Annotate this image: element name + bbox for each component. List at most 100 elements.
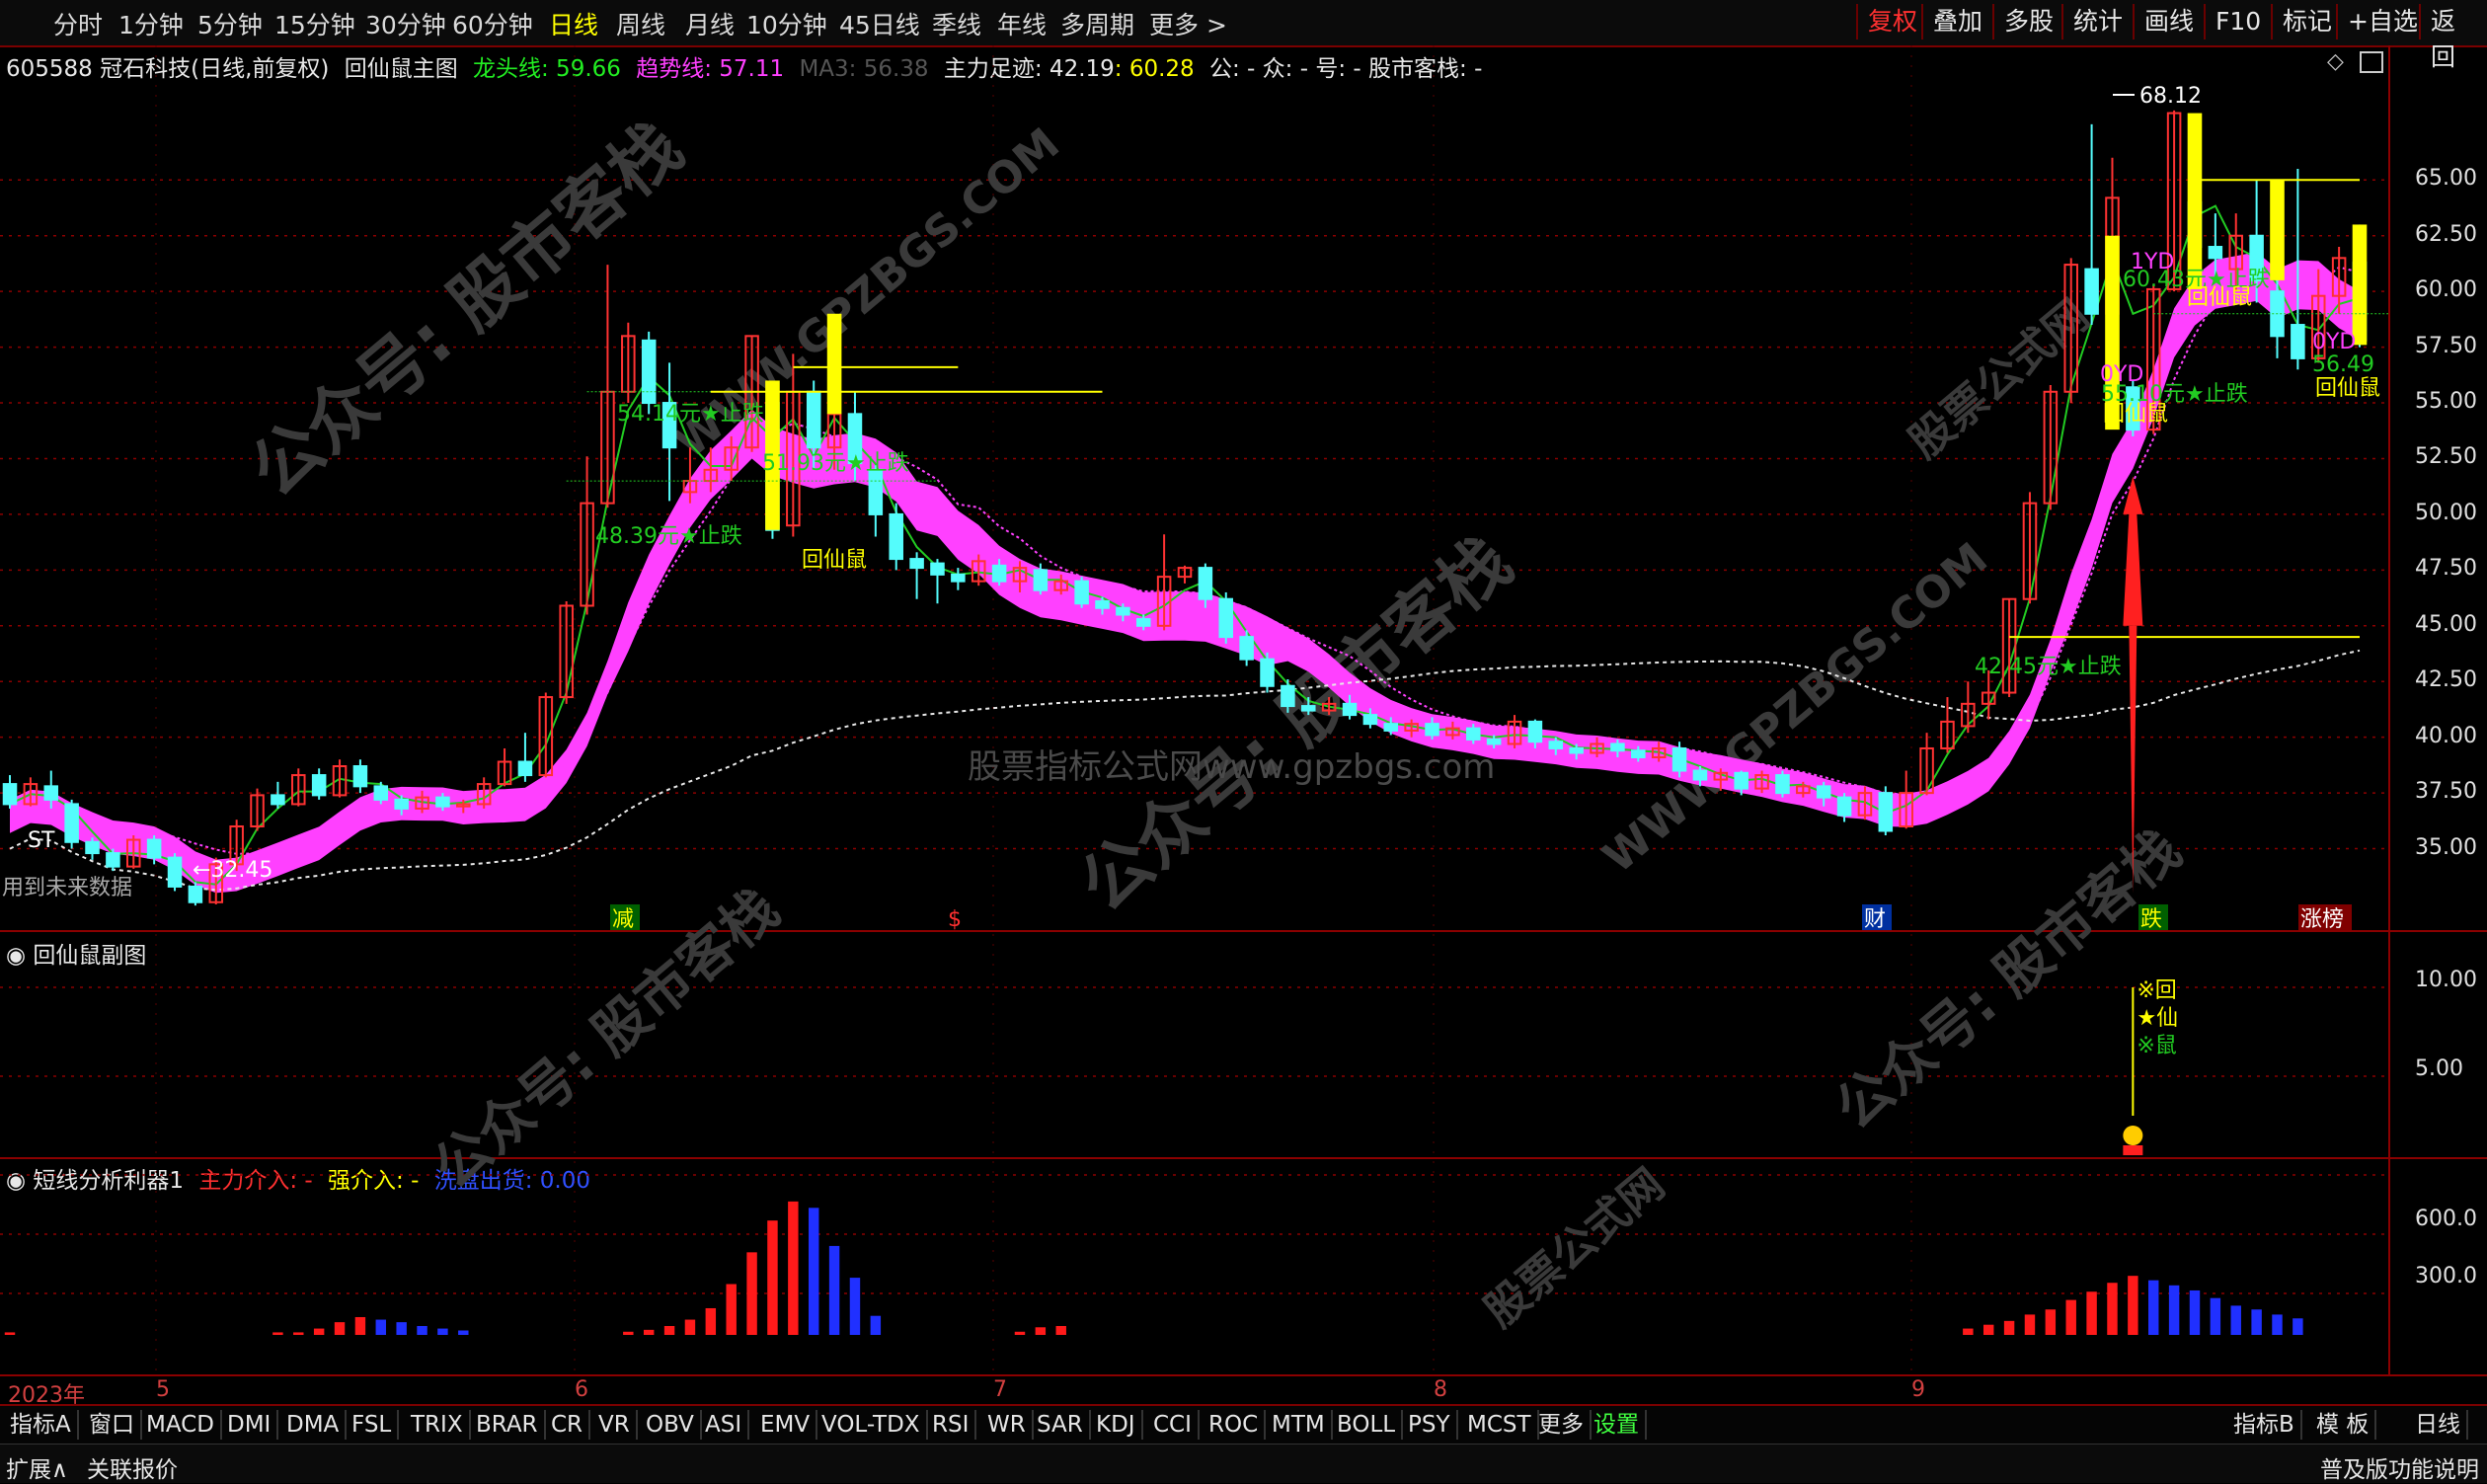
volume-bar — [705, 1307, 717, 1335]
toolbar-right-4[interactable]: 画线 — [2133, 4, 2204, 39]
toolbar-right-0[interactable]: 复权 — [1856, 4, 1927, 39]
event-flag-1: $ — [948, 907, 962, 932]
indicator-tab-13[interactable]: VOL-TDX — [816, 1410, 928, 1440]
highlight-bar — [2270, 180, 2285, 280]
expand-button[interactable]: 扩展∧ — [6, 1450, 68, 1484]
toolbar-right-6[interactable]: 标记 — [2271, 4, 2342, 39]
stop-label-3: 48.39元★止跌 — [595, 524, 742, 549]
indicator-tab-25[interactable]: 设置 — [1588, 1410, 1647, 1440]
indicator-tab-12[interactable]: EMV — [754, 1410, 818, 1440]
period-5[interactable]: 60分钟 — [452, 6, 533, 41]
indicator-tab-23[interactable]: MCST — [1461, 1410, 1539, 1440]
indicator-tab-4[interactable]: DMA — [280, 1410, 348, 1440]
indicator-tab-6[interactable]: TRIX — [405, 1410, 471, 1440]
candle-body — [2084, 268, 2099, 315]
volume-bar — [2003, 1320, 2015, 1335]
period-1[interactable]: 1分钟 — [118, 6, 184, 41]
toolbar-right-8[interactable]: 返回 — [2419, 4, 2487, 71]
bottom-right-1[interactable]: 模 板 — [2310, 1410, 2377, 1440]
candle-body — [1878, 792, 1894, 832]
candle-body — [1610, 742, 1625, 752]
sub1-tick: 10.00 — [2415, 968, 2477, 992]
toolbar-right-1[interactable]: 叠加 — [1921, 4, 1992, 39]
candle-body — [106, 852, 120, 868]
indicator-tab-21[interactable]: BOLL — [1331, 1410, 1404, 1440]
volume-bar — [2107, 1283, 2118, 1335]
period-7[interactable]: 周线 — [616, 6, 665, 41]
indicator-tab-11[interactable]: ASI — [699, 1410, 750, 1440]
candle-body — [1671, 746, 1687, 772]
period-0[interactable]: 分时 — [53, 6, 103, 41]
candle-body — [1527, 720, 1543, 743]
sub1-signal-1: ※回 — [2137, 978, 2176, 1003]
watermark: 公众号: 股市客栈 — [422, 877, 791, 1202]
indicator-tab-17[interactable]: KDJ — [1090, 1410, 1143, 1440]
indicator-tab-22[interactable]: PSY — [1402, 1410, 1458, 1440]
candlestick-chart[interactable]: 公众号: 股市客栈公众号: 股市客栈公众号: 股市客栈WWW.GPZBGS.CO… — [0, 45, 2388, 1374]
candle-body — [435, 796, 450, 808]
period-14[interactable]: 更多 > — [1149, 6, 1227, 41]
price-tick: 55.00 — [2415, 389, 2477, 415]
candle-body — [85, 840, 100, 855]
indicator-tab-7[interactable]: BRAR — [470, 1410, 546, 1440]
indicator-tab-5[interactable]: FSL — [346, 1410, 400, 1440]
related-quote-button[interactable]: 关联报价 — [87, 1450, 178, 1484]
volume-bar — [272, 1332, 283, 1335]
price-tick: 52.50 — [2415, 444, 2477, 470]
period-4[interactable]: 30分钟 — [365, 6, 446, 41]
indicator-tab-15[interactable]: WR — [981, 1410, 1034, 1440]
toolbar-right-5[interactable]: F10 — [2204, 4, 2271, 39]
period-10[interactable]: 45日线 — [839, 6, 920, 41]
yd0-label-2: 0YD — [2312, 330, 2356, 354]
event-flag-0: 减 — [612, 907, 634, 932]
edition-help-link[interactable]: 普及版功能说明 — [2320, 1450, 2479, 1484]
sub1-signal-2: ★仙 — [2137, 1006, 2178, 1031]
period-6[interactable]: 日线 — [549, 6, 598, 41]
period-8[interactable]: 月线 — [685, 6, 735, 41]
indicator-tab-14[interactable]: RSI — [926, 1410, 977, 1440]
candle-body — [1116, 606, 1130, 616]
candle-body — [1569, 746, 1584, 754]
period-11[interactable]: 季线 — [932, 6, 981, 41]
y-axis-line — [2388, 45, 2390, 1374]
highlight-bar — [2352, 224, 2368, 346]
indicator-tab-8[interactable]: CR — [545, 1410, 591, 1440]
highlight-bar — [2187, 113, 2203, 289]
period-3[interactable]: 15分钟 — [274, 6, 355, 41]
toolbar-right-2[interactable]: 多股 — [1992, 4, 2063, 39]
stop-label-2: 51.93元★止跌 — [762, 451, 909, 476]
volume-bar — [828, 1245, 840, 1335]
candle-body — [1425, 723, 1439, 737]
period-12[interactable]: 年线 — [997, 6, 1047, 41]
candle-body — [2208, 246, 2223, 260]
indicator-tab-20[interactable]: MTM — [1266, 1410, 1333, 1440]
candle-body — [1383, 723, 1399, 732]
indicator-tab-9[interactable]: VR — [592, 1410, 638, 1440]
sub1-signal-3: ※鼠 — [2137, 1034, 2176, 1058]
candle-body — [2, 783, 18, 806]
period-9[interactable]: 10分钟 — [746, 6, 827, 41]
huixianshu-label-3: 回仙鼠 — [2187, 285, 2252, 310]
candle-body — [1734, 771, 1749, 790]
indicator-tab-3[interactable]: DMI — [221, 1410, 279, 1440]
candle-body — [167, 856, 183, 888]
indicator-tab-24[interactable]: 更多 — [1532, 1410, 1592, 1440]
toolbar-right-3[interactable]: 统计 — [2061, 4, 2133, 39]
indicator-tab-16[interactable]: SAR — [1031, 1410, 1091, 1440]
indicator-tab-1[interactable]: 窗口 — [83, 1410, 142, 1440]
watermark: 股票公式网 — [1475, 1159, 1673, 1337]
indicator-tab-10[interactable]: OBV — [640, 1410, 702, 1440]
price-tick: 62.50 — [2415, 221, 2477, 247]
indicator-tab-2[interactable]: MACD — [140, 1410, 222, 1440]
volume-bar — [2045, 1309, 2057, 1335]
indicator-tab-0[interactable]: 指标A — [4, 1410, 79, 1440]
indicator-tabs-bar: 指标A 窗口 MACD DMI DMA FSL TRIX BRAR CR VR OBV ASI EMV V… — [0, 1404, 2487, 1444]
indicator-tab-18[interactable]: CCI — [1147, 1410, 1200, 1440]
bottom-right-2[interactable]: 日线 — [2409, 1410, 2468, 1440]
period-13[interactable]: 多周期 — [1060, 6, 1134, 41]
bottom-right-0[interactable]: 指标B — [2227, 1410, 2302, 1440]
toolbar-right-7[interactable]: +自选 — [2336, 4, 2428, 39]
volume-bar — [788, 1201, 799, 1335]
indicator-tab-19[interactable]: ROC — [1203, 1410, 1267, 1440]
period-2[interactable]: 5分钟 — [197, 6, 263, 41]
